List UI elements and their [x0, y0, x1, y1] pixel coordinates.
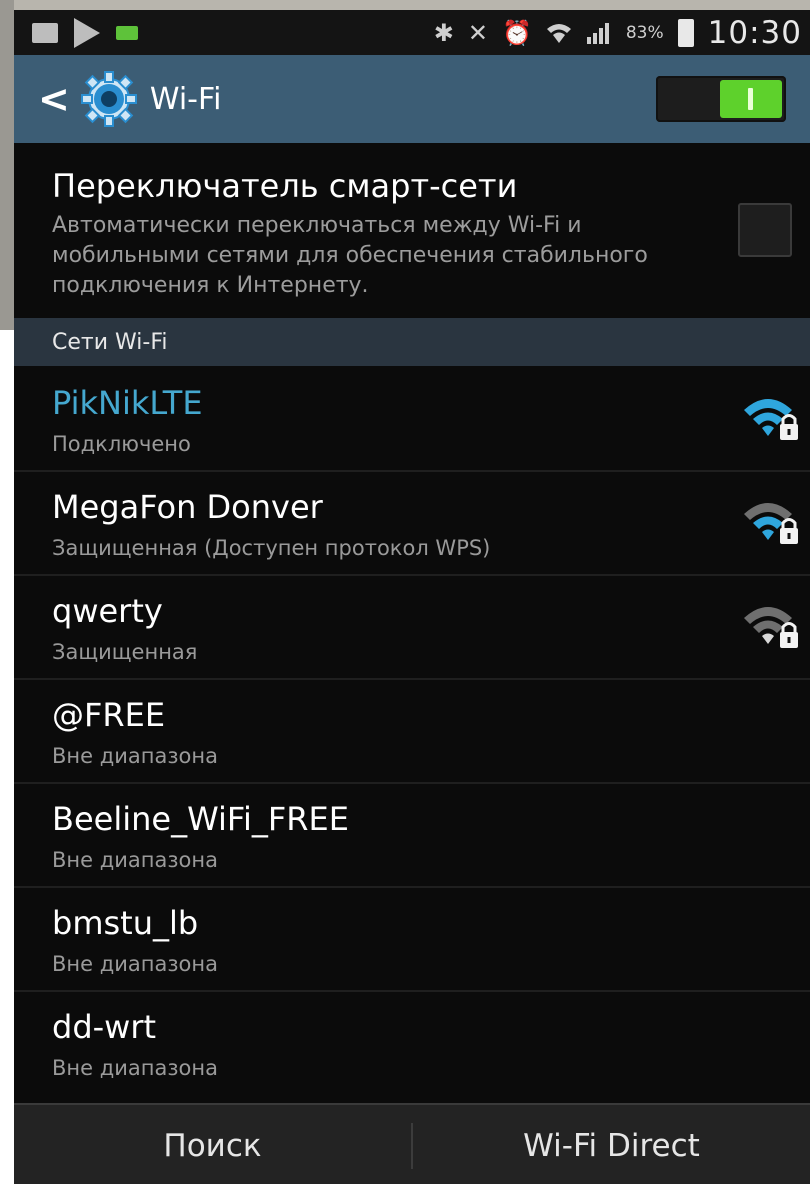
wifi-locked-icon [744, 503, 798, 544]
network-status: Вне диапазона [52, 952, 218, 976]
network-name: qwerty [52, 592, 163, 630]
network-status: Вне диапазона [52, 1056, 218, 1080]
network-status: Вне диапазона [52, 744, 218, 768]
play-icon [74, 17, 100, 48]
search-button[interactable]: Поиск [14, 1128, 411, 1164]
screenshot-icon [32, 22, 58, 43]
section-title: Сети Wi-Fi [52, 329, 168, 355]
phone-screen: ✱ ✕ ⏰ 83% 10:30 < Wi-Fi Переключатель см… [14, 10, 810, 1184]
smart-switch-title: Переключатель смарт-сети [52, 167, 518, 205]
network-status: Защищенная [52, 640, 198, 664]
bluetooth-icon: ✱ [433, 18, 454, 47]
toggle-on-indicator [748, 88, 753, 110]
network-item-free[interactable]: @FREE Вне диапазона [14, 678, 810, 784]
smart-switch-description: Автоматически переключаться между Wi-Fi … [52, 213, 648, 298]
network-name: @FREE [52, 696, 166, 734]
alarm-icon: ⏰ [501, 18, 532, 47]
smart-network-switch[interactable]: Переключатель смарт-сети Автоматически п… [14, 143, 810, 318]
network-name: PikNikLTE [52, 384, 203, 422]
smart-switch-checkbox[interactable] [738, 203, 792, 257]
signal-icon [586, 22, 609, 44]
bottom-action-bar: Поиск Wi-Fi Direct [14, 1103, 810, 1184]
wifi-locked-icon [744, 607, 798, 648]
wifi-locked-icon [744, 399, 798, 440]
network-name: MegaFon Donver [52, 488, 323, 526]
network-status: Вне диапазона [52, 848, 218, 872]
network-status: Подключено [52, 432, 191, 456]
background-frame [0, 330, 14, 1184]
settings-gear-icon [80, 71, 137, 127]
network-status: Защищенная (Доступен протокол WPS) [52, 536, 491, 560]
section-header: Сети Wi-Fi [14, 318, 810, 366]
wifi-direct-button[interactable]: Wi-Fi Direct [413, 1128, 810, 1164]
back-arrow-icon[interactable]: < [38, 77, 70, 121]
network-item-megafon[interactable]: MegaFon Donver Защищенная (Доступен прот… [14, 470, 810, 576]
wifi-status-icon [546, 23, 571, 43]
network-item-piknik[interactable]: PikNikLTE Подключено [14, 366, 810, 472]
mute-icon: ✕ [467, 18, 488, 47]
clock: 10:30 [707, 14, 802, 51]
network-name: Beeline_WiFi_FREE [52, 800, 349, 838]
network-item-ddwrt[interactable]: dd-wrt Вне диапазона [14, 990, 810, 1094]
battery-charge-icon [116, 25, 138, 40]
network-name: dd-wrt [52, 1008, 157, 1046]
toggle-knob [720, 80, 782, 118]
network-item-beeline[interactable]: Beeline_WiFi_FREE Вне диапазона [14, 782, 810, 888]
background-frame [0, 0, 14, 330]
network-item-qwerty[interactable]: qwerty Защищенная [14, 574, 810, 680]
background-frame [0, 0, 810, 10]
battery-percent: 83% [625, 22, 664, 43]
page-title: Wi-Fi [149, 81, 222, 117]
network-name: bmstu_lb [52, 904, 199, 942]
wifi-toggle[interactable] [656, 76, 786, 122]
action-bar: < Wi-Fi [14, 55, 810, 143]
network-item-bmstu[interactable]: bmstu_lb Вне диапазона [14, 886, 810, 992]
battery-icon [677, 18, 694, 47]
status-bar: ✱ ✕ ⏰ 83% 10:30 [14, 10, 810, 55]
